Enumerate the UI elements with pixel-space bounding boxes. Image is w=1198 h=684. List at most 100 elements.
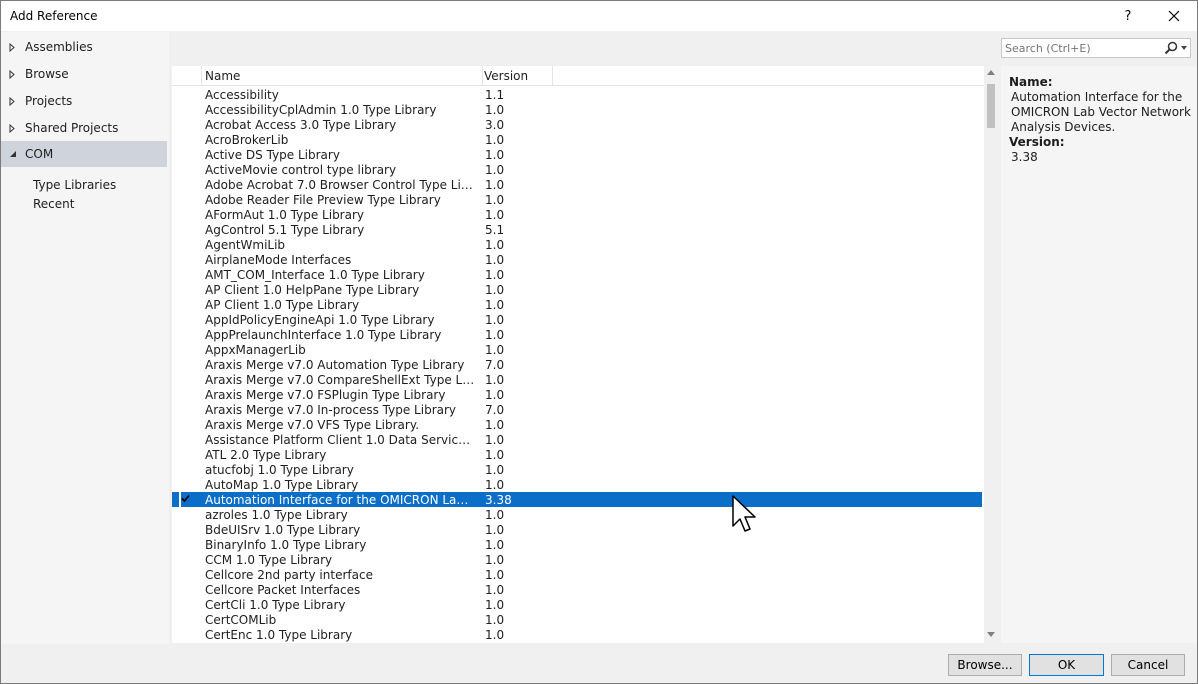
nav-item-assemblies[interactable]: Assemblies xyxy=(1,34,167,60)
search-input[interactable] xyxy=(1005,40,1155,56)
table-row[interactable]: AP Client 1.0 Type Library 1.0 xyxy=(172,297,984,312)
row-checkbox[interactable] xyxy=(179,238,192,251)
table-row[interactable]: Cellcore 2nd party interface 1.0 xyxy=(172,567,984,582)
row-checkbox[interactable] xyxy=(179,492,192,508)
nav-item-browse[interactable]: Browse xyxy=(1,61,167,87)
table-row[interactable]: azroles 1.0 Type Library 1.0 xyxy=(172,507,984,522)
table-row[interactable]: Automation Interface for the OMICRON Lab… xyxy=(172,492,982,508)
row-checkbox[interactable] xyxy=(179,163,192,176)
row-checkbox[interactable] xyxy=(179,523,192,536)
row-checkbox[interactable] xyxy=(179,583,192,596)
table-row[interactable]: Araxis Merge v7.0 VFS Type Library. 1.0 xyxy=(172,417,984,432)
row-checkbox[interactable] xyxy=(179,178,192,191)
row-checkbox[interactable] xyxy=(179,568,192,581)
close-button[interactable] xyxy=(1151,1,1197,31)
row-checkbox[interactable] xyxy=(179,448,192,461)
table-row[interactable]: Araxis Merge v7.0 Automation Type Librar… xyxy=(172,357,984,372)
table-row[interactable]: AgControl 5.1 Type Library 5.1 xyxy=(172,222,984,237)
scroll-down-icon[interactable] xyxy=(987,632,995,637)
table-row[interactable]: Adobe Reader File Preview Type Library 1.… xyxy=(172,192,984,207)
table-row[interactable]: AutoMap 1.0 Type Library 1.0 xyxy=(172,477,984,492)
table-row[interactable]: ActiveMovie control type library 1.0 xyxy=(172,162,984,177)
table-row[interactable]: AirplaneMode Interfaces 1.0 xyxy=(172,252,984,267)
table-row[interactable]: Araxis Merge v7.0 CompareShellExt Type L… xyxy=(172,372,984,387)
row-checkbox[interactable] xyxy=(179,268,192,281)
row-checkbox[interactable] xyxy=(179,628,192,641)
nav-subitem-type-libraries[interactable]: Type Libraries xyxy=(33,176,116,194)
row-checkbox[interactable] xyxy=(179,388,192,401)
nav-item-shared-projects[interactable]: Shared Projects xyxy=(1,115,167,141)
table-row[interactable]: Accessibility 1.1 xyxy=(172,87,984,102)
help-button[interactable]: ? xyxy=(1105,1,1151,31)
table-row[interactable]: AppxManagerLib 1.0 xyxy=(172,342,984,357)
table-row[interactable]: Active DS Type Library 1.0 xyxy=(172,147,984,162)
row-checkbox[interactable] xyxy=(179,313,192,326)
row-checkbox[interactable] xyxy=(179,553,192,566)
row-name: ATL 2.0 Type Library xyxy=(205,447,327,462)
row-checkbox[interactable] xyxy=(179,253,192,266)
search-icon[interactable] xyxy=(1164,41,1178,55)
row-checkbox[interactable] xyxy=(179,223,192,236)
row-checkbox[interactable] xyxy=(179,358,192,371)
row-checkbox[interactable] xyxy=(179,613,192,626)
row-checkbox[interactable] xyxy=(179,133,192,146)
row-checkbox[interactable] xyxy=(179,433,192,446)
table-row[interactable]: AP Client 1.0 HelpPane Type Library 1.0 xyxy=(172,282,984,297)
table-row[interactable]: AppIdPolicyEngineApi 1.0 Type Library 1.0 xyxy=(172,312,984,327)
row-name: AP Client 1.0 Type Library xyxy=(205,297,360,312)
ok-button[interactable]: OK xyxy=(1029,654,1104,676)
nav-item-projects[interactable]: Projects xyxy=(1,88,167,114)
table-row[interactable]: BinaryInfo 1.0 Type Library 1.0 xyxy=(172,537,984,552)
row-checkbox[interactable] xyxy=(179,208,192,221)
nav-subitem-recent[interactable]: Recent xyxy=(33,195,74,213)
row-checkbox[interactable] xyxy=(179,343,192,356)
row-checkbox[interactable] xyxy=(179,463,192,476)
header-name[interactable]: Name xyxy=(202,66,483,85)
vertical-scrollbar[interactable] xyxy=(984,66,998,643)
row-checkbox[interactable] xyxy=(179,508,192,521)
row-checkbox[interactable] xyxy=(179,148,192,161)
table-row[interactable]: Araxis Merge v7.0 In-process Type Librar… xyxy=(172,402,984,417)
table-row[interactable]: AccessibilityCplAdmin 1.0 Type Library 1.… xyxy=(172,102,984,117)
table-row[interactable]: AgentWmiLib 1.0 xyxy=(172,237,984,252)
reference-list[interactable]: Name Version Accessibility 1.1 Accessibili… xyxy=(172,66,998,643)
table-row[interactable]: Assistance Platform Client 1.0 Data Serv… xyxy=(172,432,984,447)
row-checkbox[interactable] xyxy=(179,328,192,341)
table-row[interactable]: Acrobat Access 3.0 Type Library 3.0 xyxy=(172,117,984,132)
row-checkbox[interactable] xyxy=(179,193,192,206)
scroll-up-icon[interactable] xyxy=(987,70,995,75)
row-checkbox[interactable] xyxy=(179,283,192,296)
scroll-thumb[interactable] xyxy=(987,84,995,128)
header-version[interactable]: Version xyxy=(480,66,553,85)
row-checkbox[interactable] xyxy=(179,118,192,131)
table-row[interactable]: Adobe Acrobat 7.0 Browser Control Type L… xyxy=(172,177,984,192)
table-row[interactable]: CCM 1.0 Type Library 1.0 xyxy=(172,552,984,567)
row-name: CertEnc 1.0 Type Library xyxy=(205,627,353,642)
row-checkbox[interactable] xyxy=(179,373,192,386)
nav-item-com[interactable]: COM xyxy=(1,141,167,167)
row-checkbox[interactable] xyxy=(179,418,192,431)
table-row[interactable]: BdeUISrv 1.0 Type Library 1.0 xyxy=(172,522,984,537)
table-row[interactable]: CertCli 1.0 Type Library 1.0 xyxy=(172,597,984,612)
row-checkbox[interactable] xyxy=(179,538,192,551)
table-row[interactable]: Araxis Merge v7.0 FSPlugin Type Library 1… xyxy=(172,387,984,402)
table-row[interactable]: AMT_COM_Interface 1.0 Type Library 1.0 xyxy=(172,267,984,282)
table-row[interactable]: CertEnc 1.0 Type Library 1.0 xyxy=(172,627,984,642)
table-row[interactable]: AppPrelaunchInterface 1.0 Type Library 1.… xyxy=(172,327,984,342)
row-checkbox[interactable] xyxy=(179,478,192,491)
row-checkbox[interactable] xyxy=(179,598,192,611)
search-box[interactable] xyxy=(1001,38,1191,58)
table-row[interactable]: CertCOMLib 1.0 xyxy=(172,612,984,627)
row-checkbox[interactable] xyxy=(179,403,192,416)
row-checkbox[interactable] xyxy=(179,103,192,116)
table-row[interactable]: ATL 2.0 Type Library 1.0 xyxy=(172,447,984,462)
table-row[interactable]: Cellcore Packet Interfaces 1.0 xyxy=(172,582,984,597)
row-checkbox[interactable] xyxy=(179,298,192,311)
cancel-button[interactable]: Cancel xyxy=(1111,654,1185,676)
table-row[interactable]: AcroBrokerLib 1.0 xyxy=(172,132,984,147)
row-checkbox[interactable] xyxy=(179,88,192,101)
search-dropdown-icon[interactable] xyxy=(1181,46,1187,50)
table-row[interactable]: atucfobj 1.0 Type Library 1.0 xyxy=(172,462,984,477)
table-row[interactable]: AFormAut 1.0 Type Library 1.0 xyxy=(172,207,984,222)
browse-button[interactable]: Browse... xyxy=(948,654,1022,676)
